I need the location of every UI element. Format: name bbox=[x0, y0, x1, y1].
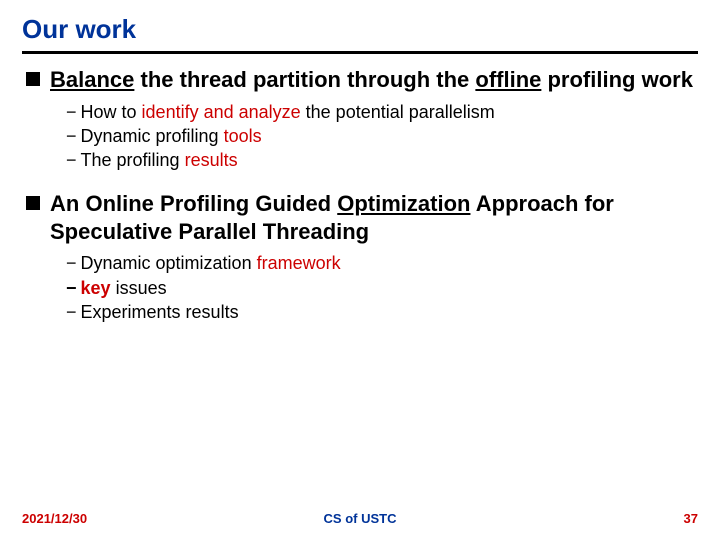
sub-list: −How to identify and analyze the potenti… bbox=[66, 100, 698, 173]
slide-title: Our work bbox=[22, 14, 698, 45]
highlight-text: framework bbox=[257, 253, 341, 273]
bullet-item: Balance the thread partition through the… bbox=[22, 66, 698, 94]
underline-word: Optimization bbox=[337, 191, 470, 216]
footer-center: CS of USTC bbox=[324, 511, 397, 526]
sub-list: −Dynamic optimization framework −key iss… bbox=[66, 251, 698, 324]
highlight-text: key bbox=[81, 278, 111, 298]
bullet-item: An Online Profiling Guided Optimization … bbox=[22, 190, 698, 245]
dash-icon: − bbox=[66, 253, 77, 273]
footer-page-number: 37 bbox=[684, 511, 698, 526]
footer-date: 2021/12/30 bbox=[22, 511, 87, 526]
dash-icon: − bbox=[66, 102, 77, 122]
sub-item: −Dynamic optimization framework bbox=[66, 251, 698, 275]
sub-item: −Experiments results bbox=[66, 300, 698, 324]
sub-item: −Dynamic profiling tools bbox=[66, 124, 698, 148]
highlight-text: tools bbox=[224, 126, 262, 146]
highlight-text: identify and analyze bbox=[142, 102, 301, 122]
underline-word: offline bbox=[475, 67, 541, 92]
sub-item: −The profiling results bbox=[66, 148, 698, 172]
sub-item: −How to identify and analyze the potenti… bbox=[66, 100, 698, 124]
footer: 2021/12/30 CS of USTC 37 bbox=[0, 511, 720, 526]
sub-item: −key issues bbox=[66, 276, 698, 300]
bullet-text: Balance the thread partition through the… bbox=[50, 66, 693, 94]
dash-icon: − bbox=[66, 278, 77, 298]
slide: Our work Balance the thread partition th… bbox=[0, 0, 720, 540]
dash-icon: − bbox=[66, 150, 77, 170]
square-bullet-icon bbox=[26, 72, 40, 86]
square-bullet-icon bbox=[26, 196, 40, 210]
dash-icon: − bbox=[66, 302, 77, 322]
dash-icon: − bbox=[66, 126, 77, 146]
underline-word: Balance bbox=[50, 67, 134, 92]
bullet-text: An Online Profiling Guided Optimization … bbox=[50, 190, 698, 245]
highlight-text: results bbox=[185, 150, 238, 170]
title-rule bbox=[22, 51, 698, 54]
